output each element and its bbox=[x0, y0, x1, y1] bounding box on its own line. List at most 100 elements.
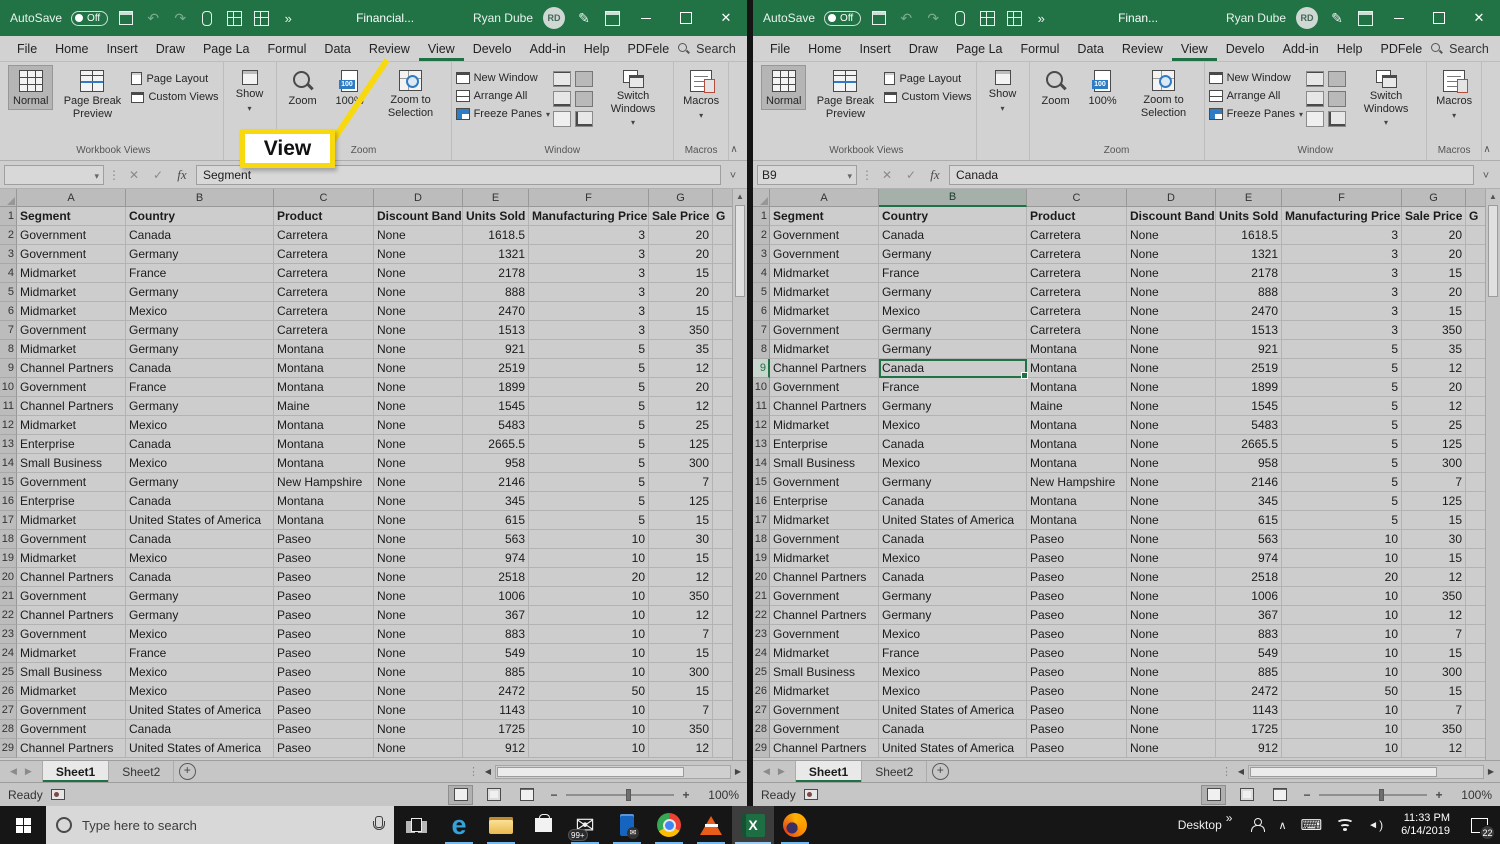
taskbar-clock[interactable]: 11:33 PM 6/14/2019 bbox=[1393, 806, 1458, 844]
grid-cell[interactable]: None bbox=[374, 682, 463, 701]
grid-cell-partial[interactable] bbox=[1466, 321, 1485, 340]
grid-cell[interactable]: Channel Partners bbox=[17, 606, 126, 625]
grid-cell[interactable]: 5 bbox=[529, 473, 649, 492]
row-header[interactable]: 6 bbox=[753, 302, 770, 321]
grid-cell-partial[interactable] bbox=[713, 454, 732, 473]
grid-cell[interactable]: 12 bbox=[1402, 359, 1466, 378]
grid-cell-partial[interactable] bbox=[1466, 492, 1485, 511]
grid-cell[interactable]: 2470 bbox=[1216, 302, 1282, 321]
grid-cell[interactable]: Mexico bbox=[126, 454, 274, 473]
grid-cell[interactable]: 5 bbox=[529, 454, 649, 473]
grid-cell[interactable]: United States of America bbox=[879, 739, 1027, 758]
grid-cell[interactable]: Canada bbox=[126, 568, 274, 587]
grid-cell[interactable]: 7 bbox=[1402, 701, 1466, 720]
sheet-tab-sheet2[interactable]: Sheet2 bbox=[862, 761, 927, 782]
grid-cell[interactable]: Mexico bbox=[879, 549, 1027, 568]
grid-cell-partial[interactable]: G bbox=[1466, 207, 1485, 226]
grid-cell[interactable]: 125 bbox=[1402, 492, 1466, 511]
grid-cell[interactable]: Midmarket bbox=[770, 302, 879, 321]
grid-cell-partial[interactable] bbox=[1466, 549, 1485, 568]
grid-cell[interactable]: Discount Band bbox=[1127, 207, 1216, 226]
grid-cell[interactable]: 20 bbox=[649, 283, 713, 302]
grid-cell[interactable]: 3 bbox=[529, 283, 649, 302]
view-normal-button[interactable] bbox=[1201, 785, 1226, 805]
scroll-up-icon[interactable] bbox=[1486, 189, 1500, 204]
grid-cell[interactable]: None bbox=[1127, 416, 1216, 435]
grid-cell[interactable]: None bbox=[1127, 492, 1216, 511]
row-header[interactable]: 15 bbox=[0, 473, 17, 492]
grid-cell[interactable]: Government bbox=[17, 226, 126, 245]
insert-function-icon[interactable] bbox=[925, 165, 945, 185]
zoom-slider[interactable] bbox=[1319, 794, 1427, 796]
grid-cell[interactable]: 2146 bbox=[1216, 473, 1282, 492]
grid-cell[interactable]: 5 bbox=[529, 378, 649, 397]
toolbar-chevron-icon[interactable] bbox=[1226, 811, 1233, 825]
grid-cell[interactable]: 1143 bbox=[1216, 701, 1282, 720]
menu-tab-review[interactable]: Review bbox=[360, 36, 419, 61]
menu-tab-formul[interactable]: Formul bbox=[1012, 36, 1069, 61]
grid-cell-partial[interactable] bbox=[1466, 264, 1485, 283]
menu-tab-data[interactable]: Data bbox=[315, 36, 359, 61]
row-header[interactable]: 7 bbox=[753, 321, 770, 340]
grid-cell-partial[interactable] bbox=[713, 625, 732, 644]
grid-cell[interactable]: 15 bbox=[1402, 644, 1466, 663]
grid-cell-partial[interactable] bbox=[713, 511, 732, 530]
macros-button[interactable]: Macros bbox=[678, 65, 724, 122]
grid-cell[interactable]: Canada bbox=[126, 435, 274, 454]
grid-cell[interactable]: None bbox=[374, 568, 463, 587]
grid-cell[interactable]: 15 bbox=[1402, 682, 1466, 701]
grid-cell[interactable]: Government bbox=[770, 226, 879, 245]
grid-cell-partial[interactable] bbox=[1466, 435, 1485, 454]
grid-cell[interactable]: Germany bbox=[126, 321, 274, 340]
grid-cell[interactable]: 10 bbox=[1282, 739, 1402, 758]
grid-cell[interactable]: France bbox=[126, 644, 274, 663]
grid-cell[interactable]: Midmarket bbox=[17, 416, 126, 435]
formula-input[interactable]: Canada bbox=[949, 165, 1474, 185]
horizontal-scroll-track[interactable] bbox=[1248, 765, 1484, 779]
grid-cell[interactable]: Montana bbox=[274, 416, 374, 435]
maximize-button[interactable] bbox=[1424, 0, 1454, 36]
grid-cell[interactable]: Canada bbox=[126, 530, 274, 549]
grid-cell[interactable]: None bbox=[374, 492, 463, 511]
menu-tab-develo[interactable]: Develo bbox=[1217, 36, 1274, 61]
grid-cell-partial[interactable] bbox=[713, 701, 732, 720]
scroll-up-icon[interactable] bbox=[733, 189, 747, 204]
column-header-d[interactable]: D bbox=[374, 189, 463, 207]
grid-cell[interactable]: Paseo bbox=[274, 682, 374, 701]
grid-cell-partial[interactable] bbox=[1466, 511, 1485, 530]
view-page-layout-button[interactable] bbox=[1234, 785, 1259, 805]
grid-cell[interactable]: 20 bbox=[649, 378, 713, 397]
grid-cell[interactable]: Germany bbox=[879, 245, 1027, 264]
grid-cell[interactable]: France bbox=[126, 264, 274, 283]
grid-cell[interactable]: None bbox=[374, 511, 463, 530]
touch-mode-icon[interactable] bbox=[198, 9, 216, 27]
grid-cell[interactable]: Montana bbox=[274, 435, 374, 454]
freeze-panes-button[interactable]: Freeze Panes bbox=[456, 108, 551, 120]
grid-cell[interactable]: None bbox=[374, 549, 463, 568]
row-header[interactable]: 3 bbox=[753, 245, 770, 264]
grid-cell[interactable]: Paseo bbox=[274, 701, 374, 720]
column-header-d[interactable]: D bbox=[1127, 189, 1216, 207]
task-view-icon[interactable] bbox=[394, 806, 438, 844]
grid-cell[interactable]: Country bbox=[879, 207, 1027, 226]
grid-cell[interactable]: Carretera bbox=[1027, 283, 1127, 302]
grid-cell[interactable]: 25 bbox=[1402, 416, 1466, 435]
menu-tab-file[interactable]: File bbox=[8, 36, 46, 61]
grid-cell[interactable]: Canada bbox=[879, 492, 1027, 511]
grid-cell[interactable]: None bbox=[374, 416, 463, 435]
grid-cell[interactable]: 3 bbox=[1282, 226, 1402, 245]
grid-cell[interactable]: 10 bbox=[1282, 549, 1402, 568]
menu-tab-draw[interactable]: Draw bbox=[900, 36, 947, 61]
grid-cell[interactable]: New Hampshire bbox=[1027, 473, 1127, 492]
avatar[interactable]: RD bbox=[1296, 7, 1318, 29]
grid-cell[interactable]: Mexico bbox=[879, 416, 1027, 435]
grid-cell[interactable]: Midmarket bbox=[770, 283, 879, 302]
grid-cell[interactable]: Paseo bbox=[274, 606, 374, 625]
column-header-f[interactable]: F bbox=[529, 189, 649, 207]
row-header[interactable]: 12 bbox=[753, 416, 770, 435]
row-header[interactable]: 20 bbox=[0, 568, 17, 587]
grid-cell[interactable]: Germany bbox=[879, 397, 1027, 416]
row-header[interactable]: 20 bbox=[753, 568, 770, 587]
grid-cell[interactable]: Germany bbox=[126, 283, 274, 302]
grid-cell[interactable]: Discount Band bbox=[374, 207, 463, 226]
